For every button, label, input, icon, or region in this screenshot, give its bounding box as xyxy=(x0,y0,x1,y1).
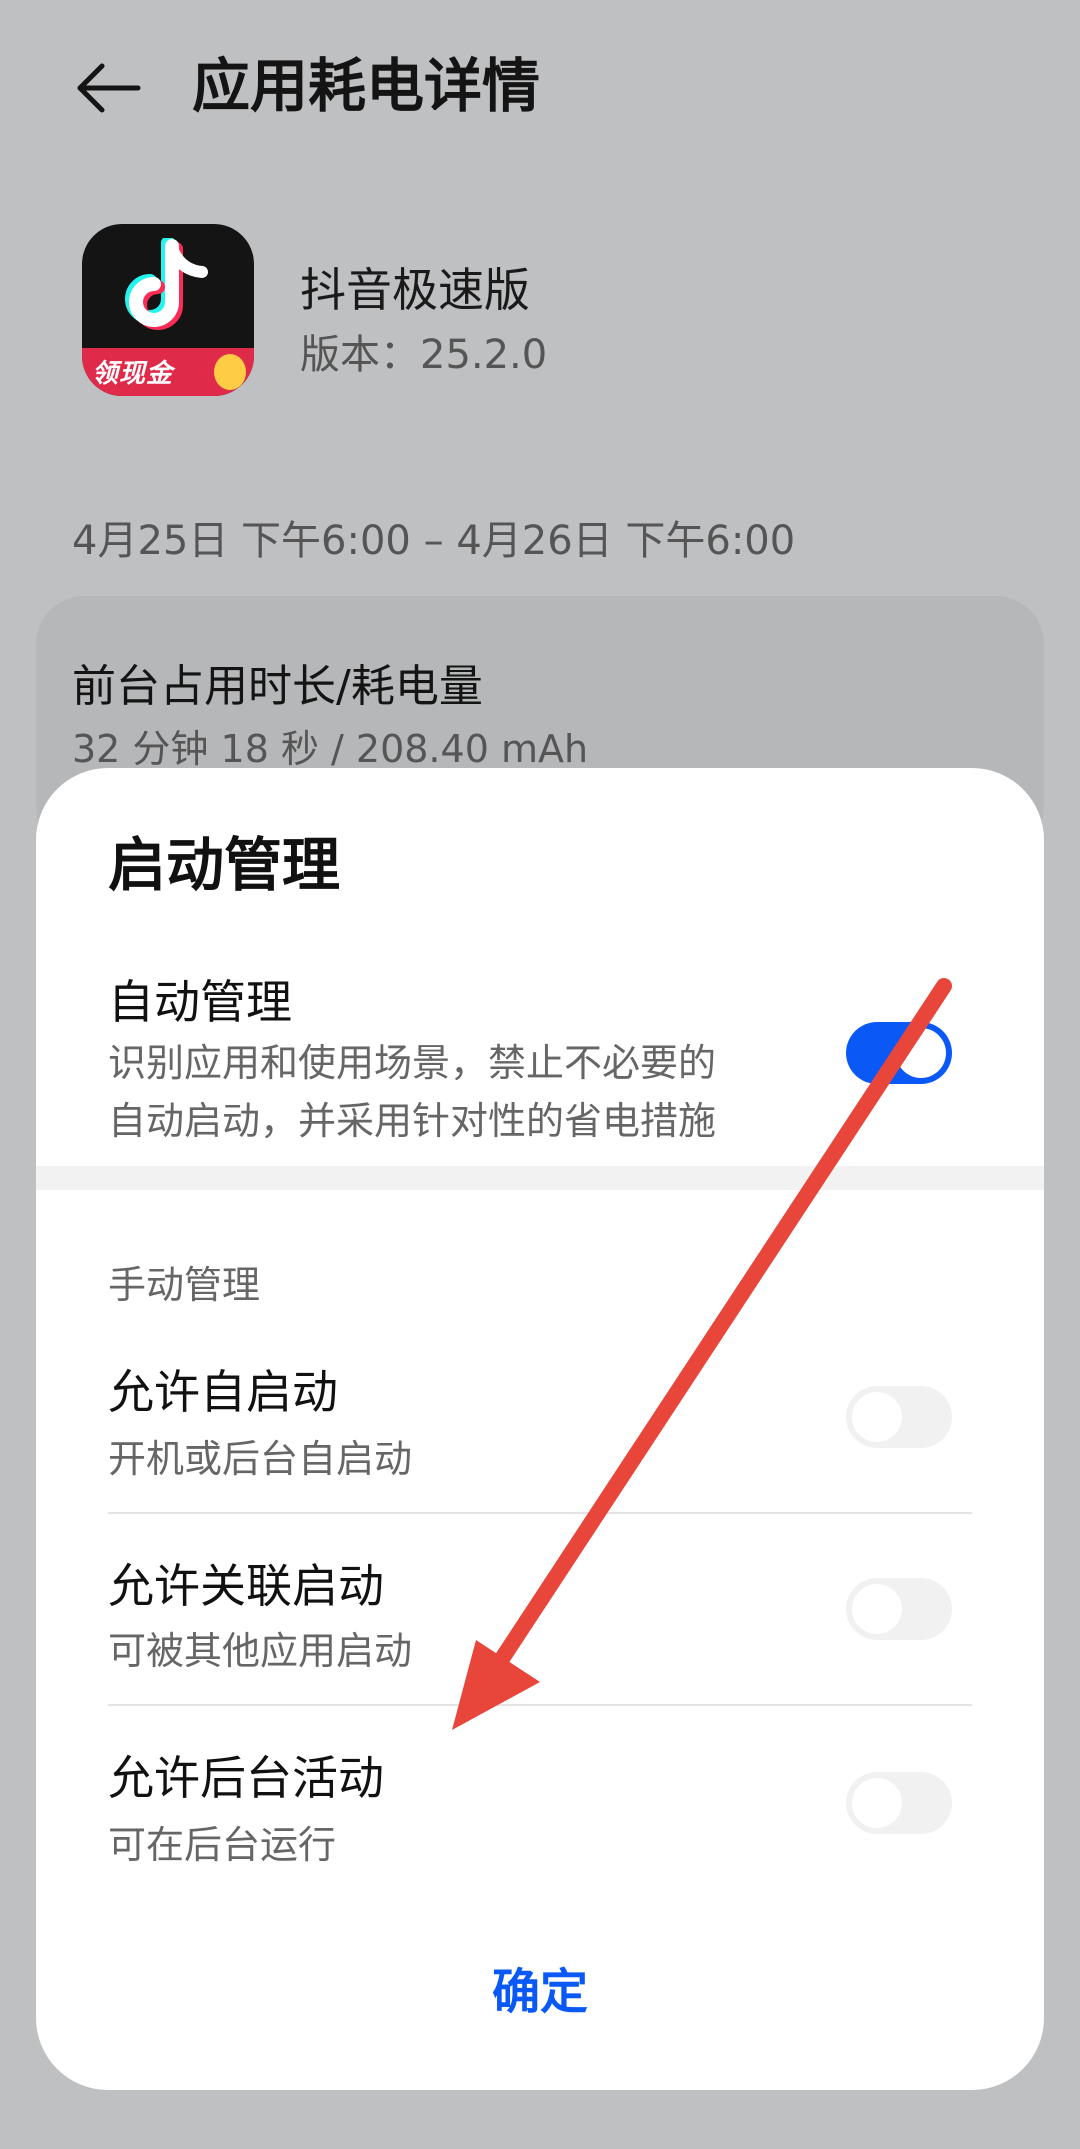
section-divider xyxy=(36,1166,1044,1190)
auto-manage-toggle[interactable] xyxy=(846,1022,952,1084)
row-divider xyxy=(108,1704,972,1706)
usage-title: 前台占用时长/耗电量 xyxy=(72,661,483,712)
toggle-knob xyxy=(852,1392,902,1442)
row-divider xyxy=(108,1512,972,1514)
auto-manage-desc-line1: 识别应用和使用场景，禁止不必要的 xyxy=(108,1041,717,1085)
allow-background-activity-toggle[interactable] xyxy=(846,1772,952,1834)
app-icon-banner-text: 领现金 xyxy=(92,359,174,389)
app-version: 版本：25.2.0 xyxy=(300,332,548,378)
auto-manage-desc-line2: 自动启动，并采用针对性的省电措施 xyxy=(108,1099,717,1143)
auto-manage-title: 自动管理 xyxy=(108,975,292,1029)
manual-manage-label: 手动管理 xyxy=(108,1263,261,1307)
allow-background-activity-desc: 可在后台运行 xyxy=(108,1823,337,1867)
app-name: 抖音极速版 xyxy=(300,263,530,317)
allow-associated-start-desc: 可被其他应用启动 xyxy=(108,1629,413,1673)
allow-auto-start-title: 允许自启动 xyxy=(108,1365,338,1419)
arrow-left-icon xyxy=(77,63,141,113)
allow-auto-start-toggle[interactable] xyxy=(846,1386,952,1448)
allow-auto-start-desc: 开机或后台自启动 xyxy=(108,1437,413,1481)
usage-value: 32 分钟 18 秒 / 208.40 mAh xyxy=(72,727,589,771)
back-button[interactable] xyxy=(72,52,144,124)
allow-associated-start-toggle[interactable] xyxy=(846,1578,952,1640)
page-title: 应用耗电详情 xyxy=(192,52,541,120)
allow-background-activity-title: 允许后台活动 xyxy=(108,1751,384,1805)
auto-manage-desc: 识别应用和使用场景，禁止不必要的 自动启动，并采用针对性的省电措施 xyxy=(108,1034,716,1150)
douyin-lite-app-icon: 领现金 xyxy=(82,224,254,396)
toggle-knob xyxy=(852,1584,902,1634)
toggle-knob xyxy=(896,1028,946,1078)
date-range: 4月25日 下午6:00 – 4月26日 下午6:00 xyxy=(72,518,796,564)
toggle-knob xyxy=(852,1778,902,1828)
allow-associated-start-title: 允许关联启动 xyxy=(108,1559,384,1613)
dialog-title: 启动管理 xyxy=(108,831,341,899)
bolt-icon xyxy=(214,354,246,390)
confirm-button[interactable]: 确定 xyxy=(0,1952,1080,2022)
